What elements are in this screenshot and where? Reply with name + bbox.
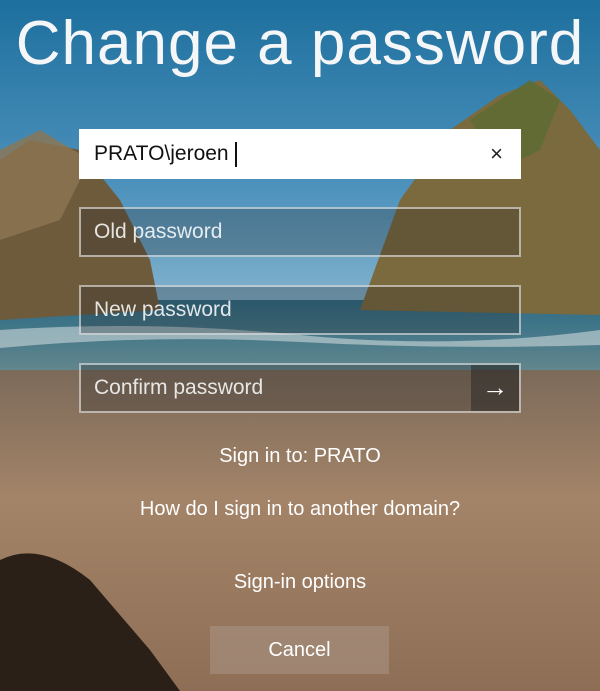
new-password-field[interactable]: New password [79,285,521,335]
username-value: PRATO\jeroen [94,142,229,165]
old-password-placeholder: Old password [94,220,223,243]
confirm-password-field[interactable]: Confirm password → [79,363,521,413]
new-password-placeholder: New password [94,298,232,321]
page-title: Change a password [15,9,585,78]
sign-in-options-link[interactable]: Sign-in options [0,571,600,594]
confirm-password-placeholder: Confirm password [94,376,264,399]
clear-icon[interactable]: × [490,131,503,177]
username-field[interactable]: PRATO\jeroen × [79,129,521,179]
submit-arrow-icon[interactable]: → [471,365,519,411]
other-domain-link[interactable]: How do I sign in to another domain? [0,498,600,521]
cancel-button[interactable]: Cancel [210,626,389,674]
sign-in-to-label: Sign in to: PRATO [219,445,381,467]
old-password-field[interactable]: Old password [79,207,521,257]
text-caret [235,142,237,167]
